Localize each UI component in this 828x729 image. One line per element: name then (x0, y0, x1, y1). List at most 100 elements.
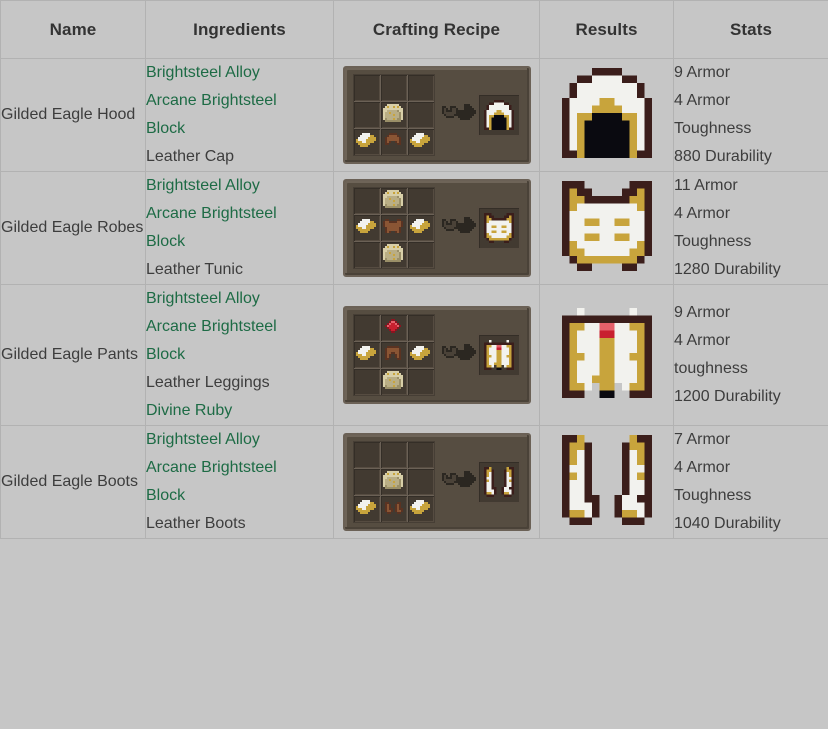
item-name: Gilded Eagle Hood (1, 106, 136, 123)
crafting-slot-filled[interactable] (380, 129, 407, 155)
crafting-grid (352, 314, 435, 396)
crafting-recipe-cell (333, 284, 540, 426)
stats-cell: 11 Armor 4 Armor Toughness 1280 Durability (673, 171, 828, 285)
ingredient-link[interactable]: Arcane Brightsteel (146, 87, 333, 115)
crafting-grid-widget (342, 66, 531, 164)
crafting-slot-empty[interactable] (353, 188, 380, 214)
gilded-eagle-hood-icon (561, 67, 652, 158)
crafting-recipe-cell (333, 58, 540, 172)
stat-line: 4 Armor (674, 92, 731, 109)
crafting-slot-filled[interactable] (407, 342, 434, 368)
crafting-slot-empty[interactable] (380, 75, 407, 101)
craft-arrow-icon (441, 471, 476, 493)
crafting-slot-filled[interactable] (380, 242, 407, 268)
crafting-result-slot[interactable] (476, 206, 521, 250)
item-name-cell: Gilded Eagle Robes (0, 171, 146, 285)
crafting-slot-filled[interactable] (353, 129, 380, 155)
stat-line: 1200 Durability (674, 388, 781, 405)
stat-line: toughness (674, 360, 748, 377)
crafting-slot-empty[interactable] (380, 442, 407, 468)
crafting-slot-empty[interactable] (353, 75, 380, 101)
crafting-slot-filled[interactable] (380, 469, 407, 495)
item-name: Gilded Eagle Pants (1, 346, 138, 363)
table-body: Gilded Eagle Hood Brightsteel Alloy Arcane… (0, 58, 828, 539)
ingredient-link[interactable]: Brightsteel Alloy (146, 426, 333, 454)
craft-arrow-icon (441, 104, 476, 126)
result-cell (539, 425, 674, 539)
stat-line: 4 Armor (674, 205, 731, 222)
crafting-result-slot[interactable] (476, 333, 521, 377)
ingredient-link[interactable]: Block (146, 482, 333, 510)
crafting-grid (352, 187, 435, 269)
ingredient-link[interactable]: Brightsteel Alloy (146, 285, 333, 313)
ingredient-link[interactable]: Brightsteel Alloy (146, 59, 333, 87)
crafting-slot-filled[interactable] (380, 188, 407, 214)
column-header-stats: Stats (673, 0, 828, 59)
ingredient-link[interactable]: Arcane Brightsteel (146, 200, 333, 228)
ingredient-link[interactable]: Block (146, 228, 333, 256)
ingredient-label: Leather Boots (146, 515, 246, 532)
crafting-slot-empty[interactable] (407, 315, 434, 341)
crafting-slot-empty[interactable] (353, 315, 380, 341)
crafting-slot-empty[interactable] (407, 369, 434, 395)
result-cell (539, 58, 674, 172)
crafting-slot-filled[interactable] (407, 496, 434, 522)
crafting-slot-empty[interactable] (407, 242, 434, 268)
crafting-slot-empty[interactable] (353, 102, 380, 128)
crafting-slot-empty[interactable] (353, 469, 380, 495)
stat-line: 880 Durability (674, 148, 772, 165)
crafting-slot-empty[interactable] (407, 188, 434, 214)
ingredients-cell: Brightsteel Alloy Arcane Brightsteel Block… (145, 284, 334, 426)
crafting-slot-empty[interactable] (407, 442, 434, 468)
item-name-cell: Gilded Eagle Pants (0, 284, 146, 426)
gilded-eagle-boots-icon (561, 434, 652, 525)
crafting-slot-filled[interactable] (353, 342, 380, 368)
ingredient-link[interactable]: Divine Ruby (146, 397, 333, 425)
result-cell (539, 284, 674, 426)
crafting-slot-filled[interactable] (353, 215, 380, 241)
item-name: Gilded Eagle Boots (1, 473, 138, 490)
crafting-slot-filled[interactable] (380, 496, 407, 522)
crafting-slot-filled[interactable] (353, 496, 380, 522)
gilded-eagle-pants-icon (561, 307, 652, 398)
crafting-slot-filled[interactable] (407, 129, 434, 155)
crafting-slot-filled[interactable] (380, 342, 407, 368)
table-row: Gilded Eagle Hood Brightsteel Alloy Arcane… (0, 58, 828, 172)
table-row: Gilded Eagle Boots Brightsteel Alloy Arcan… (0, 425, 828, 539)
crafting-grid-widget (342, 433, 531, 531)
crafting-recipe-cell (333, 171, 540, 285)
crafting-slot-empty[interactable] (353, 369, 380, 395)
stat-line: 7 Armor (674, 431, 731, 448)
crafting-result-slot[interactable] (476, 460, 521, 504)
stat-line: Toughness (674, 487, 752, 504)
ingredient-label: Leather Leggings (146, 374, 270, 391)
ingredient-link[interactable]: Block (146, 115, 333, 143)
stat-line: 4 Armor (674, 459, 731, 476)
item-name-cell: Gilded Eagle Hood (0, 58, 146, 172)
ingredient-link[interactable]: Brightsteel Alloy (146, 172, 333, 200)
stats-cell: 9 Armor 4 Armor Toughness 880 Durability (673, 58, 828, 172)
crafting-slot-filled[interactable] (380, 215, 407, 241)
crafting-slot-empty[interactable] (353, 242, 380, 268)
ingredients-cell: Brightsteel Alloy Arcane Brightsteel Block… (145, 171, 334, 285)
crafting-slot-empty[interactable] (353, 442, 380, 468)
crafting-slot-filled[interactable] (380, 315, 407, 341)
ingredient-link[interactable]: Block (146, 341, 333, 369)
stat-line: 9 Armor (674, 64, 731, 81)
crafting-result-slot[interactable] (476, 93, 521, 137)
ingredient-link[interactable]: Arcane Brightsteel (146, 313, 333, 341)
craft-arrow-icon (441, 344, 476, 366)
crafting-slot-filled[interactable] (407, 215, 434, 241)
crafting-grid (352, 74, 435, 156)
column-header-name: Name (0, 0, 146, 59)
ingredient-link[interactable]: Arcane Brightsteel (146, 454, 333, 482)
column-header-crafting-recipe: Crafting Recipe (333, 0, 540, 59)
crafting-grid-widget (342, 306, 531, 404)
crafting-slot-empty[interactable] (407, 102, 434, 128)
crafting-slot-filled[interactable] (380, 102, 407, 128)
stat-line: 9 Armor (674, 304, 731, 321)
table-row: Gilded Eagle Robes Brightsteel Alloy Arcan… (0, 171, 828, 285)
crafting-slot-empty[interactable] (407, 469, 434, 495)
crafting-slot-empty[interactable] (407, 75, 434, 101)
crafting-slot-filled[interactable] (380, 369, 407, 395)
